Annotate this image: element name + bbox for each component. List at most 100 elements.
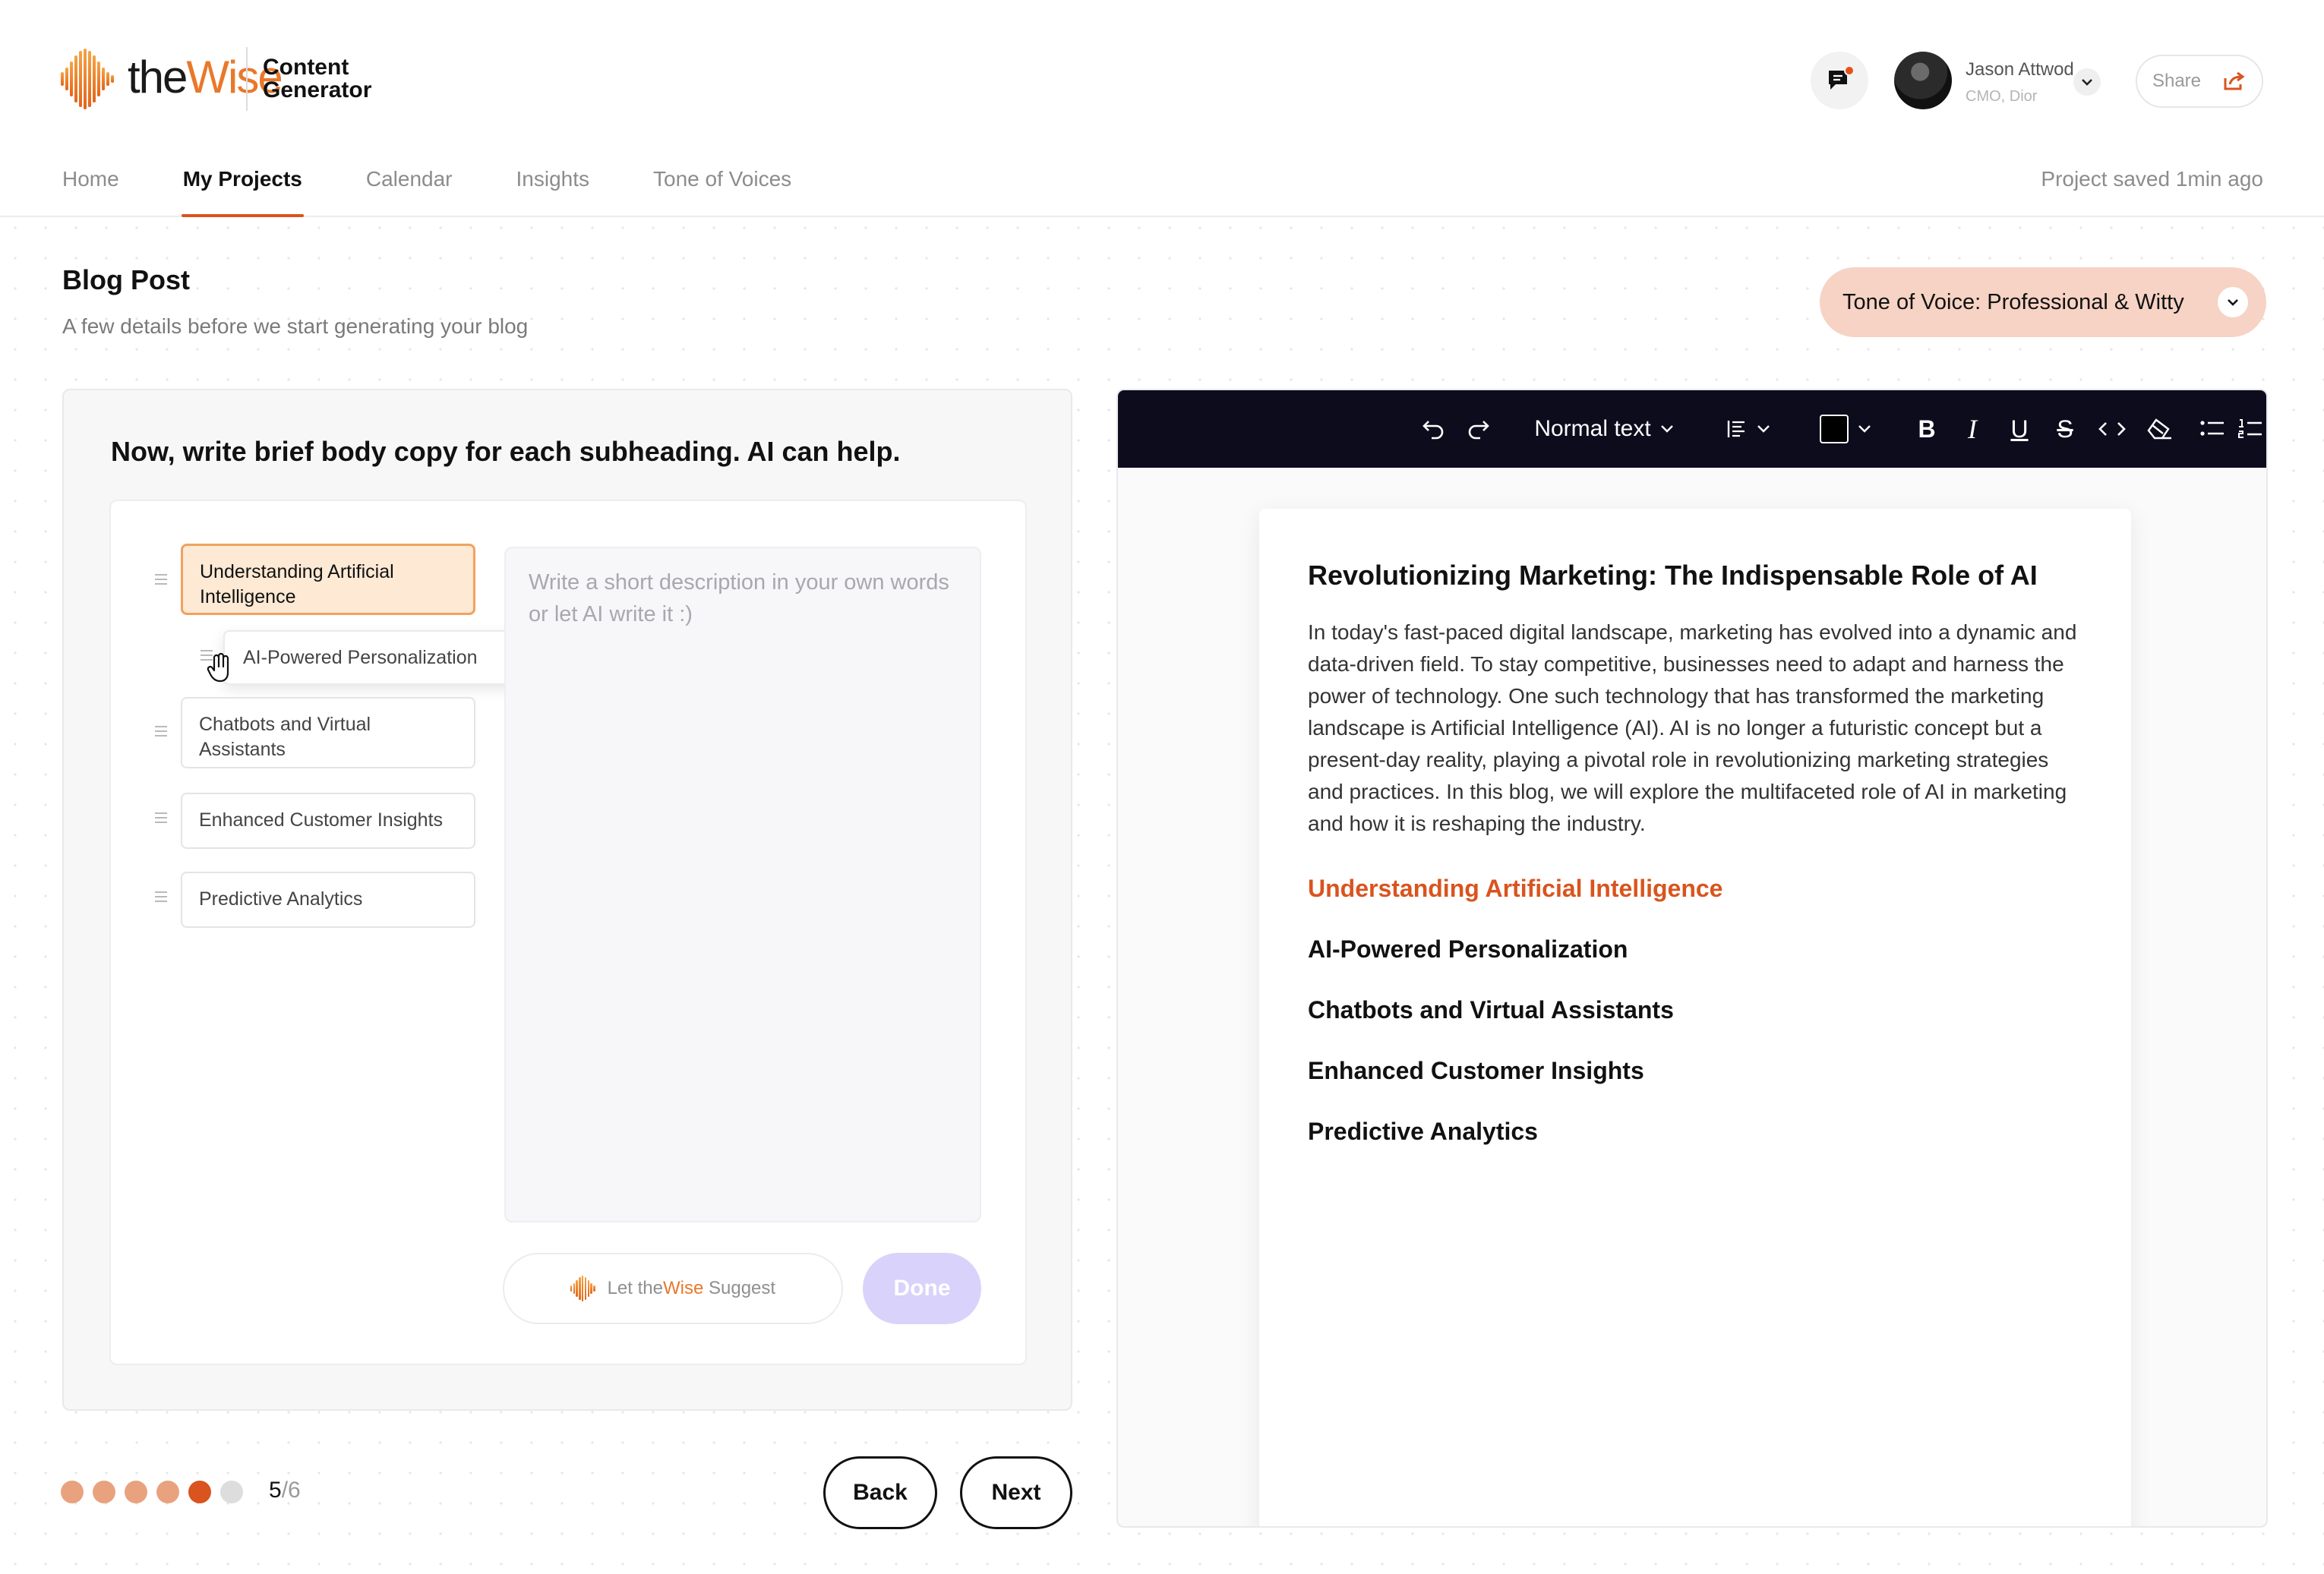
wave-bar — [97, 62, 100, 96]
document-title: Revolutionizing Marketing: The Indispens… — [1308, 560, 2038, 591]
nav-item-home[interactable]: Home — [62, 164, 119, 217]
redo-button[interactable] — [1460, 390, 1498, 468]
subheading-item-predictive-analytics[interactable]: Predictive Analytics — [181, 872, 475, 928]
document-heading-5: Predictive Analytics — [1308, 1118, 1538, 1145]
drag-handle-icon[interactable] — [155, 891, 167, 902]
code-icon — [2098, 422, 2126, 436]
undo-button[interactable] — [1414, 390, 1452, 468]
share-button[interactable]: Share — [2136, 55, 2263, 108]
user-role: CMO, Dior — [1966, 88, 2038, 105]
wave-bar — [111, 75, 114, 83]
suggest-brand: Wise — [662, 1278, 704, 1298]
product-name: Content Generator — [263, 56, 371, 102]
clear-format-button[interactable] — [2140, 390, 2178, 468]
subheading-item-ai-personalization-dragging[interactable]: AI-Powered Personalization — [223, 630, 518, 685]
wave-bar — [65, 68, 68, 90]
step-current: 5 — [269, 1478, 282, 1503]
share-label: Share — [2152, 71, 2202, 91]
alignment-select[interactable] — [1718, 390, 1779, 468]
italic-button[interactable]: I — [1953, 390, 1991, 468]
redo-icon — [1468, 421, 1489, 440]
done-button[interactable]: Done — [863, 1253, 981, 1324]
wave-bar — [587, 1280, 589, 1297]
drag-handle-icon[interactable] — [155, 726, 167, 737]
step-total: /6 — [281, 1478, 301, 1503]
chevron-down-icon — [2082, 79, 2092, 86]
page-title: Blog Post — [62, 264, 190, 295]
step-progress — [61, 1481, 243, 1503]
text-color-select[interactable] — [1815, 390, 1876, 468]
subheading-item-chatbots[interactable]: Chatbots and Virtual Assistants — [181, 697, 475, 768]
subheading-editor-panel: Now, write brief body copy for each subh… — [62, 389, 1072, 1411]
strikethrough-button[interactable]: S — [2046, 390, 2084, 468]
logo-divider — [246, 47, 248, 111]
next-button[interactable]: Next — [960, 1456, 1072, 1529]
logo-wave-icon — [61, 49, 118, 109]
avatar[interactable] — [1894, 52, 1952, 109]
drag-handle-icon[interactable] — [155, 574, 167, 585]
wave-bar — [70, 62, 73, 96]
description-textarea[interactable]: Write a short description in your own wo… — [504, 547, 981, 1222]
save-status: Project saved 1min ago — [2041, 167, 2263, 191]
nav-item-tone-of-voices[interactable]: Tone of Voices — [653, 164, 791, 217]
document-intro: In today's fast-paced digital landscape,… — [1308, 620, 2077, 835]
wave-bar — [584, 1277, 587, 1300]
nav-item-calendar[interactable]: Calendar — [366, 164, 453, 217]
product-name-line2: Generator — [263, 77, 372, 103]
text-style-select[interactable]: Normal text — [1528, 390, 1680, 468]
wave-bar — [573, 1283, 576, 1294]
underline-button[interactable]: U — [2000, 390, 2038, 468]
wave-bar — [576, 1280, 578, 1297]
tone-of-voice-label: Tone of Voice: Professional & Witty — [1842, 289, 2184, 314]
tone-of-voice-select[interactable]: Tone of Voice: Professional & Witty — [1820, 267, 2266, 337]
text-style-label: Normal text — [1534, 416, 1651, 441]
back-button[interactable]: Back — [823, 1456, 937, 1529]
numbered-list-button[interactable] — [2237, 390, 2266, 468]
align-left-icon — [1727, 421, 1745, 437]
suggest-suffix: Suggest — [708, 1278, 776, 1298]
user-menu-button[interactable] — [2073, 68, 2101, 96]
suggest-prefix: Let the — [607, 1278, 663, 1298]
eraser-icon — [2147, 418, 2171, 440]
description-placeholder: Write a short description in your own wo… — [529, 570, 949, 626]
subheading-item-customer-insights[interactable]: Enhanced Customer Insights — [181, 793, 475, 849]
step-dot — [220, 1481, 243, 1503]
document-page[interactable]: Revolutionizing Marketing: The Indispens… — [1259, 509, 2131, 1526]
code-button[interactable] — [2093, 390, 2131, 468]
wave-bar — [84, 49, 87, 109]
user-name: Jason Attwod — [1966, 59, 2074, 80]
logo-wordmark[interactable]: theWise — [128, 47, 283, 108]
panel-heading: Now, write brief body copy for each subh… — [111, 436, 901, 467]
ai-suggest-button[interactable]: Let theWise Suggest — [503, 1253, 843, 1324]
nav-item-my-projects[interactable]: My Projects — [181, 164, 305, 217]
bullet-list-button[interactable] — [2193, 390, 2231, 468]
step-counter: 5/6 — [269, 1478, 301, 1503]
step-dot — [61, 1481, 84, 1503]
wave-bar — [579, 1277, 581, 1300]
editor-toolbar: Normal text B I U S — [1118, 390, 2266, 468]
document-heading-3: Chatbots and Virtual Assistants — [1308, 996, 1674, 1024]
document-preview-panel: Normal text B I U S Revolutionizing Mark… — [1116, 389, 2268, 1528]
main-nav: Home My Projects Calendar Insights Tone … — [62, 164, 855, 217]
drag-handle-icon[interactable] — [155, 812, 167, 823]
undo-icon — [1423, 421, 1444, 440]
suggest-label: Let theWise Suggest — [608, 1278, 776, 1299]
wave-bar — [582, 1276, 584, 1301]
subheading-item-understanding-ai[interactable]: Understanding Artificial Intelligence — [181, 544, 475, 615]
step-dot — [156, 1481, 179, 1503]
document-heading-4: Enhanced Customer Insights — [1308, 1057, 1644, 1084]
logo-the: the — [128, 52, 188, 103]
wave-bar — [88, 51, 91, 107]
messages-button[interactable] — [1811, 52, 1868, 109]
chevron-down-icon — [1660, 425, 1673, 433]
wave-bar — [93, 55, 96, 103]
step-dot — [188, 1481, 211, 1503]
wave-icon — [570, 1276, 595, 1301]
nav-item-insights[interactable]: Insights — [516, 164, 590, 217]
wave-bar — [61, 72, 64, 86]
wave-bar — [590, 1283, 592, 1294]
bold-button[interactable]: B — [1908, 390, 1946, 468]
document-heading-2: AI-Powered Personalization — [1308, 935, 1628, 963]
wave-bar — [74, 55, 77, 103]
wave-bar — [106, 72, 109, 86]
